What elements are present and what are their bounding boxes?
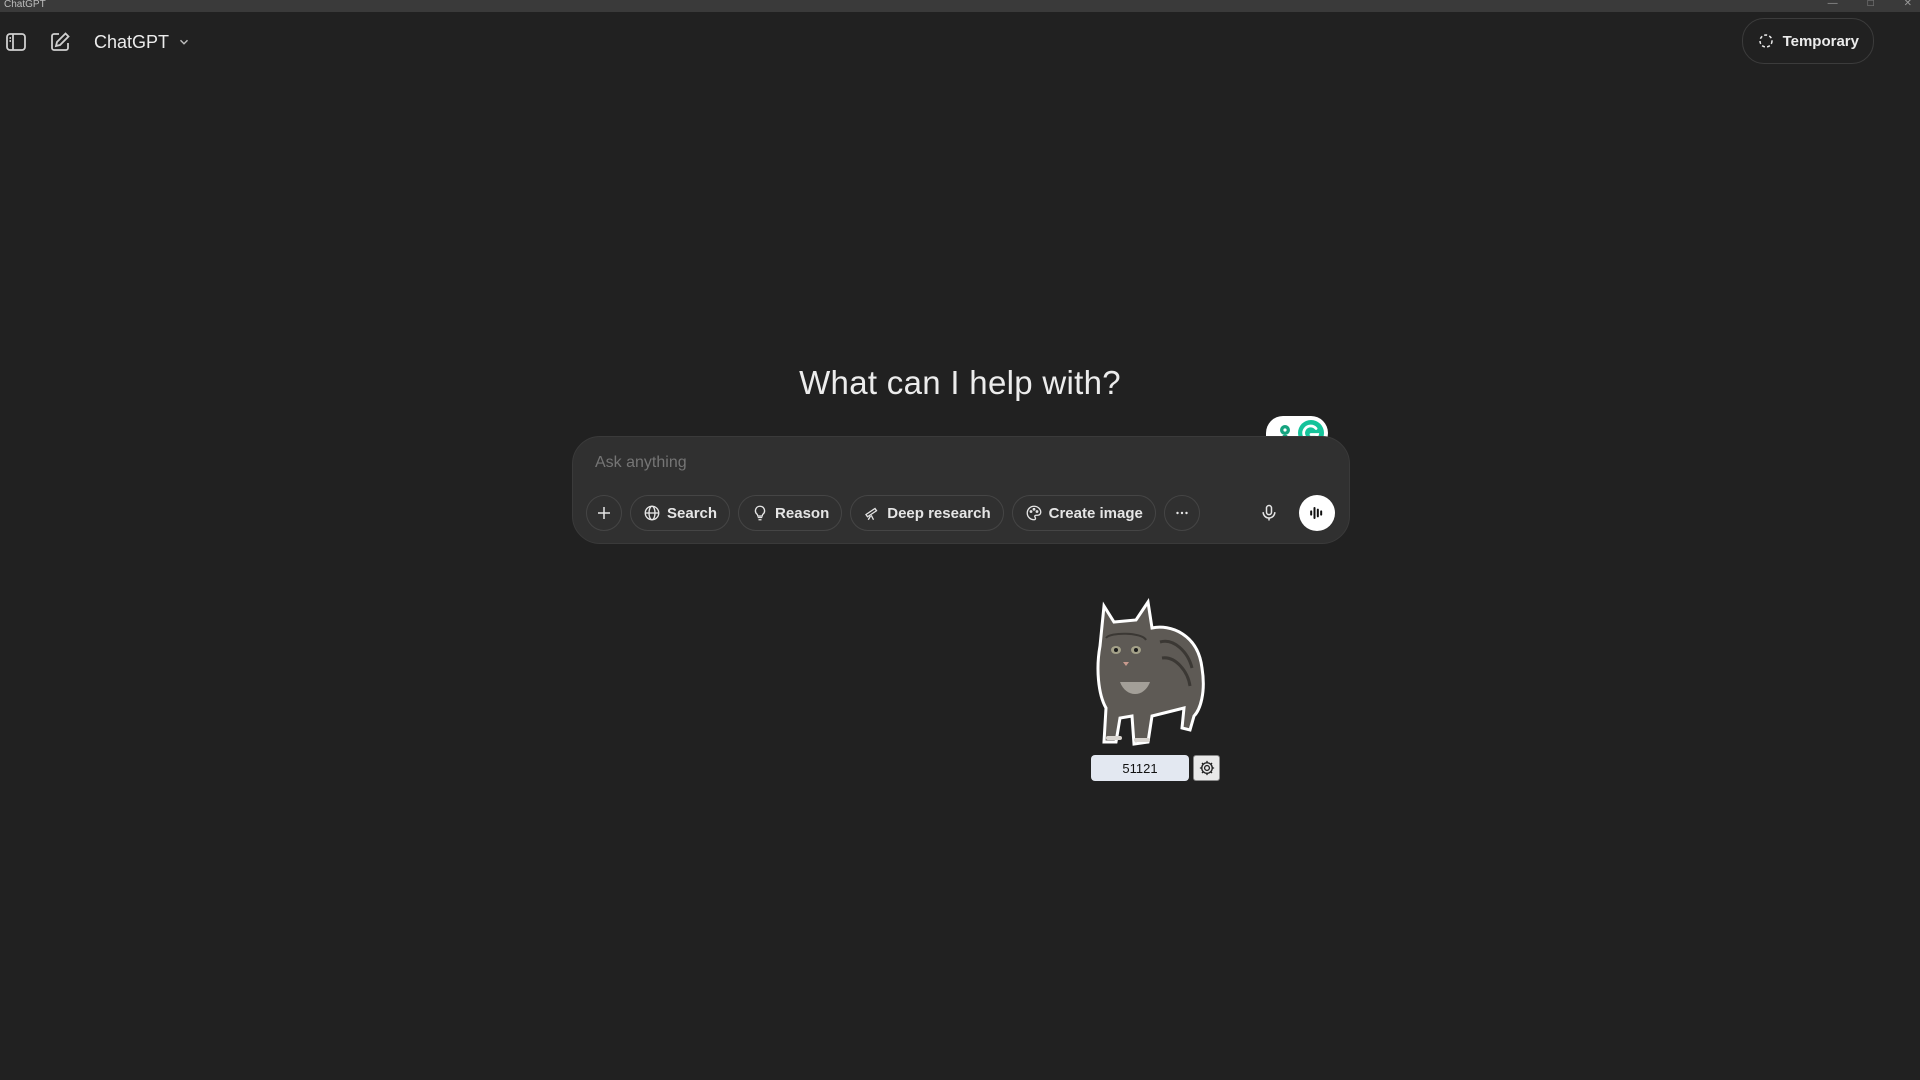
maximize-icon[interactable]: □ bbox=[1868, 0, 1874, 9]
sidebar-toggle-icon[interactable] bbox=[2, 28, 30, 56]
page-title: What can I help with? bbox=[799, 364, 1121, 401]
reason-button[interactable]: Reason bbox=[738, 495, 843, 531]
attach-button[interactable] bbox=[586, 495, 622, 531]
microphone-icon bbox=[1262, 504, 1276, 521]
reason-label: Reason bbox=[775, 504, 830, 522]
pet-settings-button[interactable] bbox=[1193, 755, 1220, 781]
prompt-input[interactable] bbox=[593, 453, 1237, 473]
minimize-icon[interactable]: — bbox=[1828, 0, 1838, 9]
lightbulb-icon bbox=[754, 505, 766, 521]
window-title: ChatGPT bbox=[4, 0, 46, 10]
palette-icon bbox=[1026, 505, 1042, 521]
telescope-icon bbox=[865, 507, 878, 521]
plus-icon bbox=[598, 507, 610, 519]
cat-pet-image[interactable] bbox=[1090, 598, 1216, 748]
new-chat-icon[interactable] bbox=[46, 28, 74, 56]
ellipsis-icon bbox=[1176, 511, 1188, 515]
chevron-down-icon bbox=[180, 39, 189, 45]
dictate-button[interactable] bbox=[1255, 499, 1283, 527]
model-label: ChatGPT bbox=[94, 31, 170, 52]
waveform-icon bbox=[1310, 507, 1323, 519]
search-label: Search bbox=[667, 504, 718, 522]
voice-mode-button[interactable] bbox=[1299, 495, 1335, 531]
search-button[interactable]: Search bbox=[630, 495, 731, 531]
create-image-button[interactable]: Create image bbox=[1011, 495, 1156, 531]
model-switcher[interactable]: ChatGPT bbox=[94, 28, 191, 56]
globe-icon bbox=[644, 505, 660, 521]
more-tools-button[interactable] bbox=[1163, 495, 1200, 531]
deep-research-label: Deep research bbox=[887, 504, 991, 522]
close-icon[interactable]: ✕ bbox=[1904, 0, 1912, 9]
window-controls: — □ ✕ bbox=[1828, 0, 1912, 9]
temporary-chat-button[interactable]: Temporary bbox=[1741, 18, 1874, 64]
gear-icon bbox=[1199, 760, 1214, 776]
dashed-circle-icon bbox=[1758, 34, 1773, 48]
deep-research-button[interactable]: Deep research bbox=[850, 495, 1004, 531]
create-image-label: Create image bbox=[1048, 504, 1143, 522]
window-titlebar: ChatGPT — □ ✕ bbox=[0, 0, 1920, 12]
composer-tools: Search Reason Deep research Create image bbox=[586, 495, 1200, 531]
composer: Search Reason Deep research Create image bbox=[572, 436, 1350, 544]
temporary-label: Temporary bbox=[1782, 32, 1859, 50]
pet-counter: 51121 bbox=[1091, 755, 1189, 781]
